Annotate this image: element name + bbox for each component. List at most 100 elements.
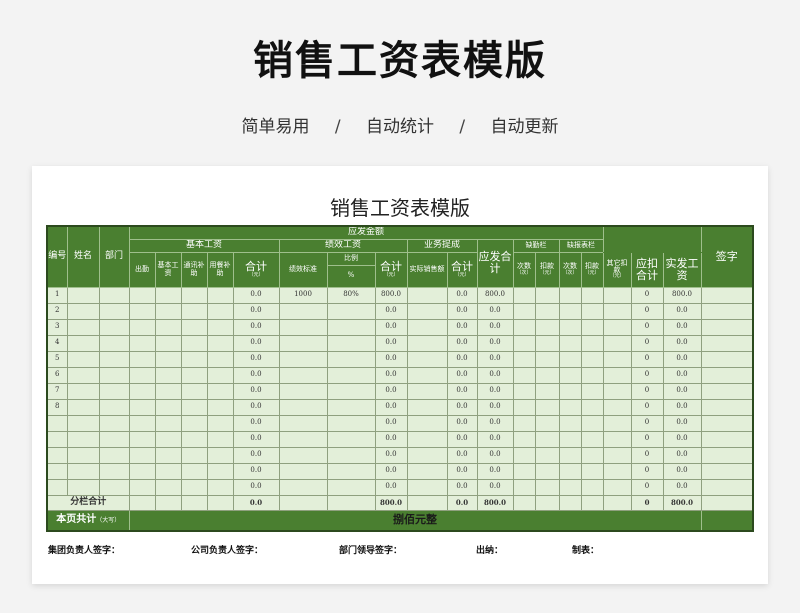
cell-empty[interactable] — [154, 334, 182, 352]
cell-empty[interactable] — [206, 318, 234, 336]
cell-empty[interactable] — [580, 478, 604, 496]
cell-empty[interactable] — [580, 366, 604, 384]
cell-empty[interactable] — [154, 478, 182, 496]
cell-empty[interactable] — [700, 334, 754, 352]
cell-empty[interactable] — [206, 398, 234, 416]
cell-empty[interactable] — [558, 366, 582, 384]
cell-empty[interactable] — [602, 478, 632, 496]
cell-deduct[interactable]: 0 — [630, 350, 664, 368]
cell-empty[interactable] — [206, 286, 234, 304]
cell-empty[interactable] — [534, 478, 560, 496]
cell-net[interactable]: 0.0 — [662, 446, 702, 464]
cell-empty[interactable] — [700, 414, 754, 432]
cell-empty[interactable] — [206, 350, 234, 368]
cell-id[interactable]: 4 — [46, 334, 68, 352]
cell-empty[interactable] — [534, 350, 560, 368]
cell-id[interactable]: 2 — [46, 302, 68, 320]
cell-basic-total[interactable]: 0.0 — [232, 414, 280, 432]
cell-net[interactable]: 0.0 — [662, 462, 702, 480]
cell-empty[interactable] — [154, 382, 182, 400]
cell-empty[interactable] — [406, 446, 448, 464]
cell-empty[interactable] — [558, 350, 582, 368]
cell-empty[interactable] — [602, 462, 632, 480]
cell-empty[interactable] — [534, 286, 560, 304]
cell-comm-total[interactable]: 0.0 — [446, 446, 478, 464]
cell-perf-std[interactable] — [278, 446, 328, 464]
cell-empty[interactable] — [558, 430, 582, 448]
cell-perf-total[interactable]: 0.0 — [374, 462, 408, 480]
cell-id[interactable]: 7 — [46, 382, 68, 400]
cell-id[interactable] — [46, 478, 68, 496]
cell-perf-total[interactable]: 0.0 — [374, 430, 408, 448]
cell-perf-total[interactable]: 0.0 — [374, 478, 408, 496]
cell-basic-total[interactable]: 0.0 — [232, 446, 280, 464]
cell-id[interactable] — [46, 462, 68, 480]
cell-empty[interactable] — [154, 318, 182, 336]
cell-empty[interactable] — [580, 382, 604, 400]
cell-empty[interactable] — [406, 366, 448, 384]
cell-net[interactable]: 0.0 — [662, 382, 702, 400]
cell-empty[interactable] — [580, 302, 604, 320]
cell-payable[interactable]: 0.0 — [476, 462, 514, 480]
cell-perf-std[interactable] — [278, 318, 328, 336]
cell-empty[interactable] — [180, 366, 208, 384]
cell-empty[interactable] — [206, 302, 234, 320]
cell-empty[interactable] — [98, 462, 130, 480]
cell-empty[interactable] — [558, 382, 582, 400]
cell-empty[interactable] — [602, 334, 632, 352]
cell-comm-total[interactable]: 0.0 — [446, 302, 478, 320]
cell-empty[interactable] — [98, 366, 130, 384]
cell-empty[interactable] — [128, 286, 156, 304]
cell-empty[interactable] — [534, 382, 560, 400]
cell-basic-total[interactable]: 0.0 — [232, 398, 280, 416]
cell-net[interactable]: 0.0 — [662, 318, 702, 336]
cell-empty[interactable] — [180, 302, 208, 320]
cell-empty[interactable] — [66, 286, 100, 304]
cell-ratio[interactable] — [326, 302, 376, 320]
cell-perf-std[interactable] — [278, 302, 328, 320]
cell-empty[interactable] — [66, 334, 100, 352]
cell-empty[interactable] — [406, 430, 448, 448]
cell-empty[interactable] — [66, 430, 100, 448]
cell-empty[interactable] — [512, 334, 536, 352]
cell-empty[interactable] — [66, 302, 100, 320]
cell-empty[interactable] — [154, 414, 182, 432]
cell-empty[interactable] — [98, 398, 130, 416]
cell-empty[interactable] — [512, 382, 536, 400]
cell-id[interactable] — [46, 430, 68, 448]
cell-basic-total[interactable]: 0.0 — [232, 366, 280, 384]
cell-empty[interactable] — [128, 430, 156, 448]
cell-basic-total[interactable]: 0.0 — [232, 478, 280, 496]
cell-empty[interactable] — [512, 318, 536, 336]
cell-empty[interactable] — [98, 382, 130, 400]
cell-basic-total[interactable]: 0.0 — [232, 302, 280, 320]
cell-perf-std[interactable] — [278, 366, 328, 384]
cell-comm-total[interactable]: 0.0 — [446, 318, 478, 336]
cell-empty[interactable] — [128, 462, 156, 480]
cell-payable[interactable]: 0.0 — [476, 398, 514, 416]
cell-ratio[interactable] — [326, 462, 376, 480]
cell-empty[interactable] — [206, 334, 234, 352]
cell-empty[interactable] — [206, 366, 234, 384]
cell-empty[interactable] — [534, 462, 560, 480]
cell-payable[interactable]: 0.0 — [476, 302, 514, 320]
cell-empty[interactable] — [180, 478, 208, 496]
cell-empty[interactable] — [700, 382, 754, 400]
cell-empty[interactable] — [206, 478, 234, 496]
cell-empty[interactable] — [66, 382, 100, 400]
cell-empty[interactable] — [154, 350, 182, 368]
cell-deduct[interactable]: 0 — [630, 286, 664, 304]
cell-empty[interactable] — [206, 430, 234, 448]
cell-empty[interactable] — [700, 350, 754, 368]
cell-perf-total[interactable]: 0.0 — [374, 398, 408, 416]
cell-empty[interactable] — [406, 350, 448, 368]
cell-empty[interactable] — [580, 398, 604, 416]
cell-empty[interactable] — [180, 430, 208, 448]
cell-empty[interactable] — [512, 302, 536, 320]
cell-empty[interactable] — [66, 350, 100, 368]
cell-empty[interactable] — [406, 382, 448, 400]
cell-empty[interactable] — [534, 302, 560, 320]
cell-empty[interactable] — [128, 398, 156, 416]
cell-empty[interactable] — [602, 366, 632, 384]
cell-perf-total[interactable]: 800.0 — [374, 286, 408, 304]
